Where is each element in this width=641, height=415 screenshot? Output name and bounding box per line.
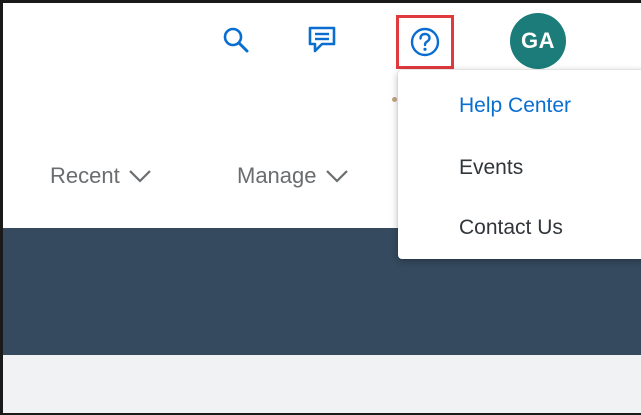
nav-manage[interactable]: Manage bbox=[237, 158, 349, 194]
search-button[interactable] bbox=[219, 23, 253, 57]
decorative-dot bbox=[392, 97, 397, 102]
help-button[interactable] bbox=[396, 15, 454, 69]
help-menu: Help Center Events Contact Us bbox=[398, 70, 641, 259]
nav-manage-label: Manage bbox=[237, 163, 317, 188]
nav-recent-label: Recent bbox=[50, 163, 120, 188]
feedback-button[interactable] bbox=[304, 23, 340, 57]
chevron-down-icon bbox=[128, 169, 152, 183]
nav-recent[interactable]: Recent bbox=[50, 158, 152, 194]
app-window: GA Recent Manage Help Center Events Cont… bbox=[0, 0, 641, 415]
user-avatar[interactable]: GA bbox=[510, 13, 566, 69]
menu-item-help-center[interactable]: Help Center bbox=[398, 84, 641, 128]
page-content-area bbox=[3, 355, 641, 413]
help-icon bbox=[410, 27, 440, 57]
search-icon bbox=[223, 27, 249, 53]
chevron-down-icon bbox=[325, 169, 349, 183]
feedback-icon bbox=[308, 26, 336, 53]
menu-item-events[interactable]: Events bbox=[398, 146, 641, 190]
menu-item-contact-us[interactable]: Contact Us bbox=[398, 206, 641, 250]
